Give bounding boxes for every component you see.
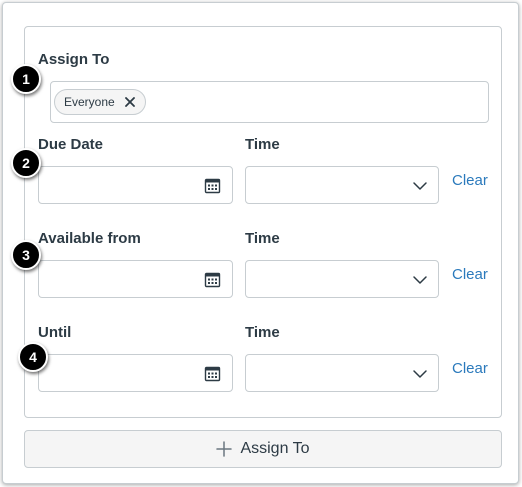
available-time-label: Time xyxy=(245,230,280,247)
plus-icon xyxy=(216,441,233,457)
available-clear-link[interactable]: Clear xyxy=(452,266,488,283)
until-time-label: Time xyxy=(245,324,280,341)
callout-badge-1: 1 xyxy=(11,64,41,94)
chevron-down-icon xyxy=(413,370,427,378)
assign-to-input[interactable]: Everyone xyxy=(50,81,489,123)
available-from-label: Available from xyxy=(38,230,141,247)
due-clear-link[interactable]: Clear xyxy=(452,172,488,189)
calendar-icon[interactable] xyxy=(204,365,221,382)
assign-to-label: Assign To xyxy=(38,51,110,68)
calendar-icon[interactable] xyxy=(204,271,221,288)
callout-badge-4: 4 xyxy=(18,342,48,372)
until-clear-link[interactable]: Clear xyxy=(452,360,488,377)
chevron-down-icon xyxy=(413,182,427,190)
chevron-down-icon xyxy=(413,276,427,284)
due-date-input[interactable] xyxy=(38,166,233,204)
assignee-token[interactable]: Everyone xyxy=(54,89,146,115)
due-time-label: Time xyxy=(245,136,280,153)
add-assign-to-button[interactable]: Assign To xyxy=(24,430,502,468)
add-assign-to-label: Assign To xyxy=(240,440,310,457)
until-time-select[interactable] xyxy=(245,354,439,392)
until-date-input[interactable] xyxy=(38,354,233,392)
available-from-input[interactable] xyxy=(38,260,233,298)
due-time-select[interactable] xyxy=(245,166,439,204)
available-time-select[interactable] xyxy=(245,260,439,298)
assignee-token-label: Everyone xyxy=(64,95,115,109)
callout-badge-2: 2 xyxy=(11,148,41,178)
due-date-label: Due Date xyxy=(38,136,104,153)
close-icon[interactable] xyxy=(123,95,137,109)
until-label: Until xyxy=(38,324,72,341)
calendar-icon[interactable] xyxy=(204,177,221,194)
callout-badge-3: 3 xyxy=(11,240,41,270)
